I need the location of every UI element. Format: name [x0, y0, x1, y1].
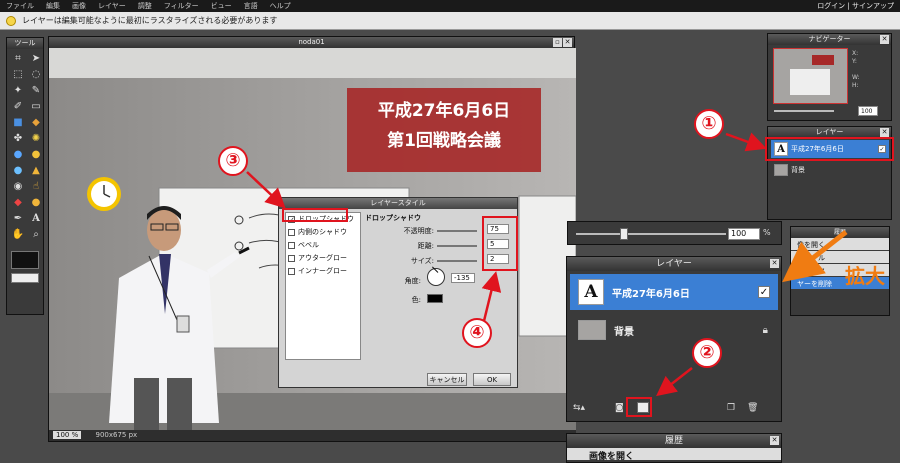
annotation-2: ②: [692, 338, 722, 368]
arrow-2: [656, 367, 693, 397]
arrow-4: [481, 271, 502, 326]
annotation-enlarge: 拡大: [845, 264, 885, 288]
annotation-1: ①: [694, 109, 724, 139]
annotation-4: ④: [462, 318, 492, 348]
arrow-3: [246, 171, 286, 209]
arrow-1: [725, 132, 767, 152]
annotation-3: ③: [218, 146, 248, 176]
annotation-arrows: [246, 132, 848, 397]
arrow-enlarge: [782, 230, 848, 283]
